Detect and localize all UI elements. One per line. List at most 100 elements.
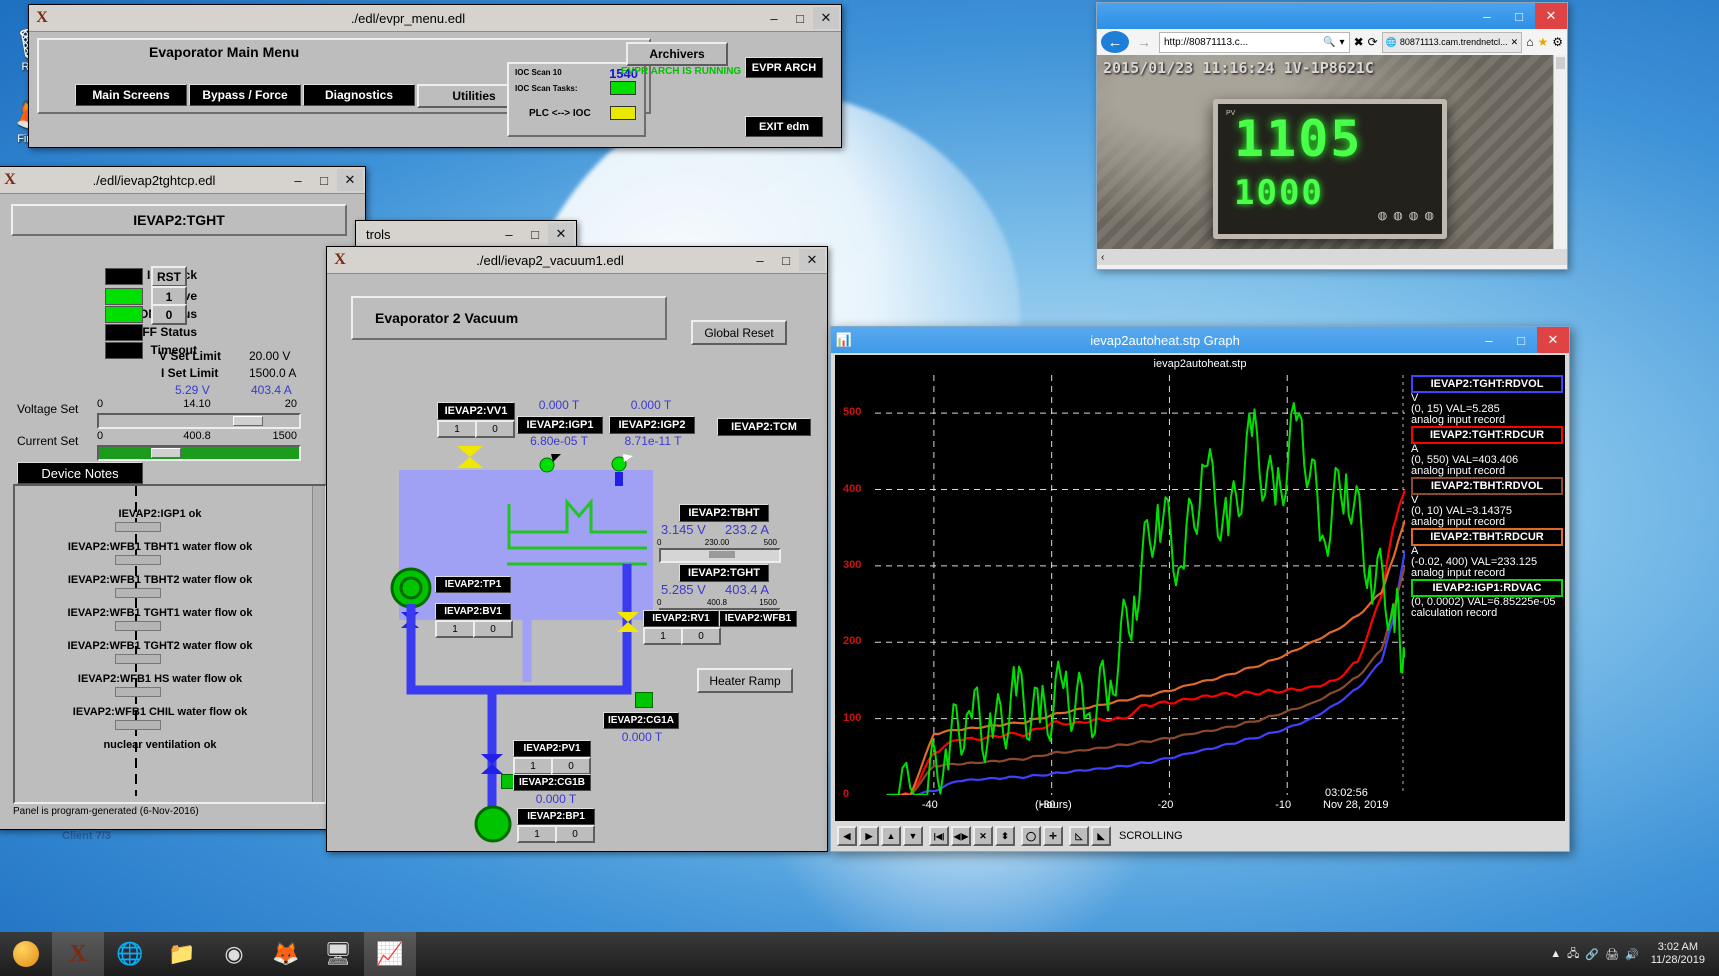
taskbar-app-6[interactable]: 🖥 xyxy=(312,932,364,976)
taskbar-ie[interactable]: 🌐 xyxy=(104,932,156,976)
browser-tab[interactable]: 🌐 80871113.cam.trendnetcl... ✕ xyxy=(1381,31,1523,53)
step-button[interactable]: ◀|▶ xyxy=(951,826,971,846)
device-notes-button[interactable]: Device Notes xyxy=(17,462,143,484)
graph-titlebar[interactable]: 📊 ievap2autoheat.stp Graph – □ ✕ xyxy=(831,327,1569,353)
meter-button-icon[interactable]: ◍ xyxy=(1393,209,1403,222)
scroll-down-button[interactable]: ▼ xyxy=(903,826,923,846)
taskbar-chrome[interactable]: ◉ xyxy=(208,932,260,976)
maximize-button[interactable]: □ xyxy=(311,169,337,191)
stop-icon[interactable]: ✖ xyxy=(1354,35,1364,49)
scroll-left-icon[interactable]: ‹ xyxy=(1101,252,1104,263)
bypass-force-button[interactable]: Bypass / Force xyxy=(189,84,301,106)
graph-toolbar[interactable]: ◀ ▶ ▲ ▼ |◀| ◀|▶ ✕ ⬍ ◯ ✛ ◺ ◣ SCROLLING xyxy=(835,825,1567,847)
maximize-button[interactable]: □ xyxy=(787,7,813,29)
scroll-right-button[interactable]: ▶ xyxy=(859,826,879,846)
scrollbar-thumb[interactable] xyxy=(1556,57,1565,69)
controls-titlebar[interactable]: trols – □ ✕ xyxy=(356,221,576,248)
close-button[interactable]: ✕ xyxy=(799,249,825,271)
minimize-button[interactable]: – xyxy=(747,249,773,271)
fill-button[interactable]: ◣ xyxy=(1091,826,1111,846)
clock[interactable]: 3:02 AM 11/28/2019 xyxy=(1645,941,1711,967)
bp1-on-button[interactable]: 1 xyxy=(517,825,557,843)
rv1-off-button[interactable]: 0 xyxy=(681,627,721,645)
crosshair-button[interactable]: ✛ xyxy=(1043,826,1063,846)
maximize-button[interactable]: □ xyxy=(773,249,799,271)
back-icon[interactable]: ← xyxy=(1101,31,1129,53)
chevron-down-icon[interactable]: ▾ xyxy=(1340,37,1345,48)
minimize-button[interactable]: – xyxy=(496,223,522,245)
jump-start-button[interactable]: |◀| xyxy=(929,826,949,846)
home-icon[interactable]: ⌂ xyxy=(1526,35,1533,49)
maximize-button[interactable]: □ xyxy=(1505,327,1537,353)
cg1a-indicator[interactable] xyxy=(635,692,653,708)
record-button[interactable]: ◯ xyxy=(1021,826,1041,846)
gear-icon[interactable]: ⚙ xyxy=(1552,35,1563,49)
vacuum-titlebar[interactable]: X ./edl/ievap2_vacuum1.edl – □ ✕ xyxy=(327,247,827,274)
browser-titlebar[interactable]: – □ ✕ xyxy=(1097,3,1567,29)
legend-entry-tag[interactable]: IEVAP2:IGP1:RDVAC xyxy=(1411,579,1563,597)
camera-vertical-scrollbar[interactable] xyxy=(1553,55,1567,249)
bp1-pump-icon[interactable] xyxy=(473,804,513,844)
legend-entry-tag[interactable]: IEVAP2:TGHT:RDCUR xyxy=(1411,426,1563,444)
forward-icon[interactable]: → xyxy=(1133,32,1155,52)
reset-button[interactable]: RST xyxy=(151,266,187,287)
scroll-left-button[interactable]: ◀ xyxy=(837,826,857,846)
notes-scrollbar[interactable] xyxy=(312,486,325,802)
tray-network-icon[interactable]: 🖧 xyxy=(1567,945,1579,964)
legend-entry-tag[interactable]: IEVAP2:TGHT:RDVOL xyxy=(1411,375,1563,393)
close-button[interactable]: ✕ xyxy=(1535,3,1567,29)
minimize-button[interactable]: – xyxy=(285,169,311,191)
scroll-up-button[interactable]: ▲ xyxy=(881,826,901,846)
tray-icon-2[interactable]: 🔗 xyxy=(1585,948,1599,961)
star-icon[interactable]: ★ xyxy=(1537,35,1548,49)
meter-button-icon[interactable]: ◍ xyxy=(1409,209,1419,222)
close-button[interactable]: ✕ xyxy=(337,169,363,191)
current-slider-handle[interactable] xyxy=(151,448,181,458)
tray-icon-3[interactable]: 🖨 xyxy=(1605,948,1619,961)
minimize-button[interactable]: – xyxy=(1473,327,1505,353)
voltage-slider-handle[interactable] xyxy=(233,416,263,426)
current-set-slider[interactable] xyxy=(97,445,301,461)
rv1-on-button[interactable]: 1 xyxy=(643,627,683,645)
exit-edm-button[interactable]: EXIT edm xyxy=(745,116,823,137)
pv1-on-button[interactable]: 1 xyxy=(513,757,553,775)
minimize-button[interactable]: – xyxy=(1471,3,1503,29)
taskbar-stripchart[interactable]: 📈 xyxy=(364,932,416,976)
heater-ramp-button[interactable]: Heater Ramp xyxy=(697,668,793,693)
diagnostics-button[interactable]: Diagnostics xyxy=(303,84,415,106)
plot-area[interactable] xyxy=(875,375,1405,795)
pv1-off-button[interactable]: 0 xyxy=(551,757,591,775)
search-icon[interactable]: 🔍 xyxy=(1323,37,1335,48)
minimize-button[interactable]: – xyxy=(761,7,787,29)
tght-titlebar[interactable]: X ./edl/ievap2tghtcp.edl – □ ✕ xyxy=(0,167,365,194)
close-button[interactable]: ✕ xyxy=(813,7,839,29)
taskbar-xming[interactable]: X xyxy=(52,932,104,976)
address-bar[interactable]: http://80871113.c... 🔍 ▾ xyxy=(1159,31,1350,53)
start-button[interactable] xyxy=(0,932,52,976)
pv1-valve-icon[interactable] xyxy=(479,752,505,776)
bp1-off-button[interactable]: 0 xyxy=(555,825,595,843)
close-button[interactable]: ✕ xyxy=(1537,327,1569,353)
taskbar-explorer[interactable]: 📁 xyxy=(156,932,208,976)
tray-expand-icon[interactable]: ▲ xyxy=(1550,948,1561,960)
rv1-valve-icon[interactable] xyxy=(615,610,641,634)
evpr-menu-titlebar[interactable]: X ./edl/evpr_menu.edl – □ ✕ xyxy=(29,5,841,32)
meter-button-icon[interactable]: ◍ xyxy=(1378,209,1388,222)
taskbar-firefox[interactable]: 🦊 xyxy=(260,932,312,976)
tray-volume-icon[interactable]: 🔊 xyxy=(1625,948,1639,961)
legend-entry-tag[interactable]: IEVAP2:TBHT:RDCUR xyxy=(1411,528,1563,546)
meter-buttons[interactable]: ◍ ◍ ◍ ◍ xyxy=(1378,209,1434,222)
close-button[interactable]: ✕ xyxy=(548,223,574,245)
maximize-button[interactable]: □ xyxy=(522,223,548,245)
refresh-icon[interactable]: ⟳ xyxy=(1368,35,1378,49)
archivers-button[interactable]: Archivers xyxy=(626,42,728,66)
close-icon[interactable]: ✕ xyxy=(1511,37,1519,48)
voltage-set-slider[interactable] xyxy=(97,413,301,429)
expand-button[interactable]: ⬍ xyxy=(995,826,1015,846)
maximize-button[interactable]: □ xyxy=(1503,3,1535,29)
stop-button[interactable]: ✕ xyxy=(973,826,993,846)
evpr-arch-button[interactable]: EVPR ARCH xyxy=(745,57,823,78)
zoom-button[interactable]: ◺ xyxy=(1069,826,1089,846)
legend-entry-tag[interactable]: IEVAP2:TBHT:RDVOL xyxy=(1411,477,1563,495)
main-screens-button[interactable]: Main Screens xyxy=(75,84,187,106)
